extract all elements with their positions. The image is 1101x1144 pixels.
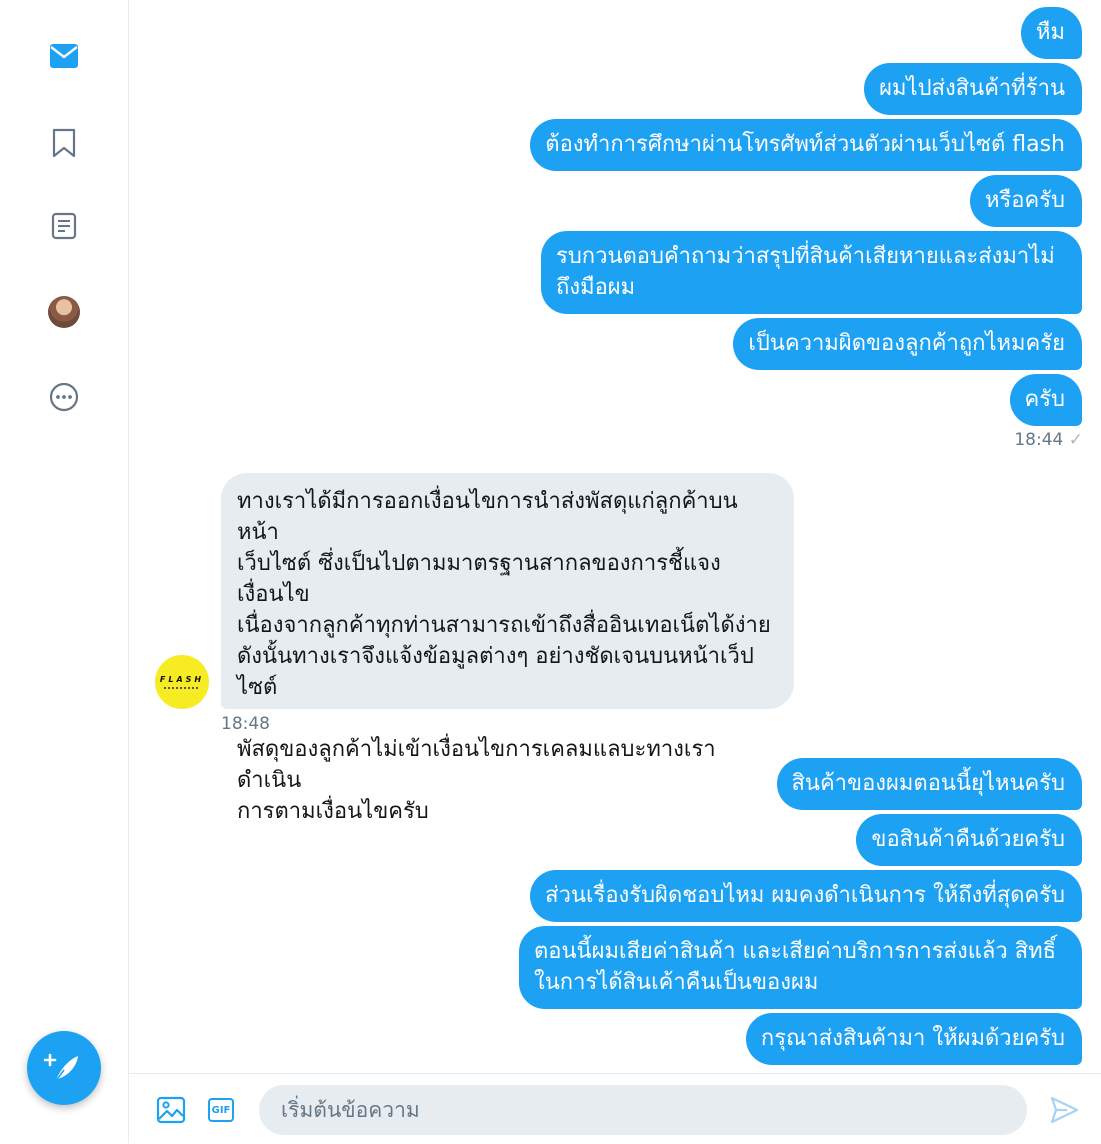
conversation-thread: หืม ผมไปส่งสินค้าที่ร้าน ต้องทำการศึกษาผ… (129, 0, 1101, 1073)
send-icon (1050, 1096, 1079, 1124)
list-icon (51, 212, 77, 240)
partner-avatar-logo: FLASH (159, 675, 205, 684)
outgoing-message: ขอสินค้าคืนด้วยครับ (856, 814, 1082, 866)
outgoing-message: หืม (1020, 7, 1082, 59)
compose-button[interactable] (27, 1031, 101, 1105)
read-check-icon: ✓ (1068, 430, 1083, 450)
outgoing-message: ต้องทำการศึกษาผ่านโทรศัพท์ส่วนตัวผ่านเว็… (530, 119, 1082, 171)
add-media-button[interactable] (154, 1093, 188, 1127)
more-icon (49, 382, 79, 412)
outgoing-message: หรือครับ (969, 175, 1082, 227)
partner-avatar-tagline (164, 687, 200, 689)
outgoing-message: ส่วนเรื่องรับผิดชอบไหม ผมคงดำเนินการ ให้… (530, 870, 1082, 922)
mail-icon (50, 44, 78, 68)
avatar (48, 296, 80, 328)
messages-nav-button[interactable] (40, 32, 88, 80)
sidebar-nav (0, 0, 129, 1143)
gif-icon: GIF (208, 1098, 234, 1122)
outgoing-message: สินค้าของผมตอนนี้ยุไหนครับ (776, 758, 1082, 810)
compose-tweet-icon (44, 1053, 78, 1083)
message-timestamp: 18:44 ✓ (1014, 430, 1083, 450)
message-composer: GIF (129, 1073, 1101, 1144)
more-nav-button[interactable] (40, 373, 88, 421)
message-input[interactable] (259, 1085, 1027, 1135)
outgoing-message: ผมไปส่งสินค้าที่ร้าน (864, 63, 1082, 115)
outgoing-message: รบกวนตอบคำถามว่าสรุปที่สินค้าเสียหายและส… (541, 231, 1082, 314)
add-gif-button[interactable]: GIF (204, 1093, 238, 1127)
message-timestamp: 18:48 (221, 714, 270, 734)
incoming-message: ทางเราได้มีการออกเงื่อนไขการนำส่งพัสดุแก… (221, 473, 794, 824)
profile-nav-button[interactable] (40, 288, 88, 336)
send-button[interactable] (1047, 1093, 1081, 1127)
image-icon (156, 1096, 186, 1124)
timestamp-text: 18:44 (1014, 430, 1064, 450)
bookmarks-nav-button[interactable] (40, 119, 88, 167)
outgoing-message: เป็นความผิดของลูกค้าถูกไหมครัย (733, 318, 1082, 370)
outgoing-message: ตอนนี้ผมเสียค่าสินค้า และเสียค่าบริการกา… (519, 926, 1082, 1009)
bookmark-icon (52, 128, 76, 158)
partner-avatar[interactable]: FLASH (155, 655, 209, 709)
lists-nav-button[interactable] (40, 202, 88, 250)
outgoing-message: ครับ (1009, 374, 1082, 426)
outgoing-message: กรุณาส่งสินค้ามา ให้ผมด้วยครับ (745, 1013, 1082, 1065)
